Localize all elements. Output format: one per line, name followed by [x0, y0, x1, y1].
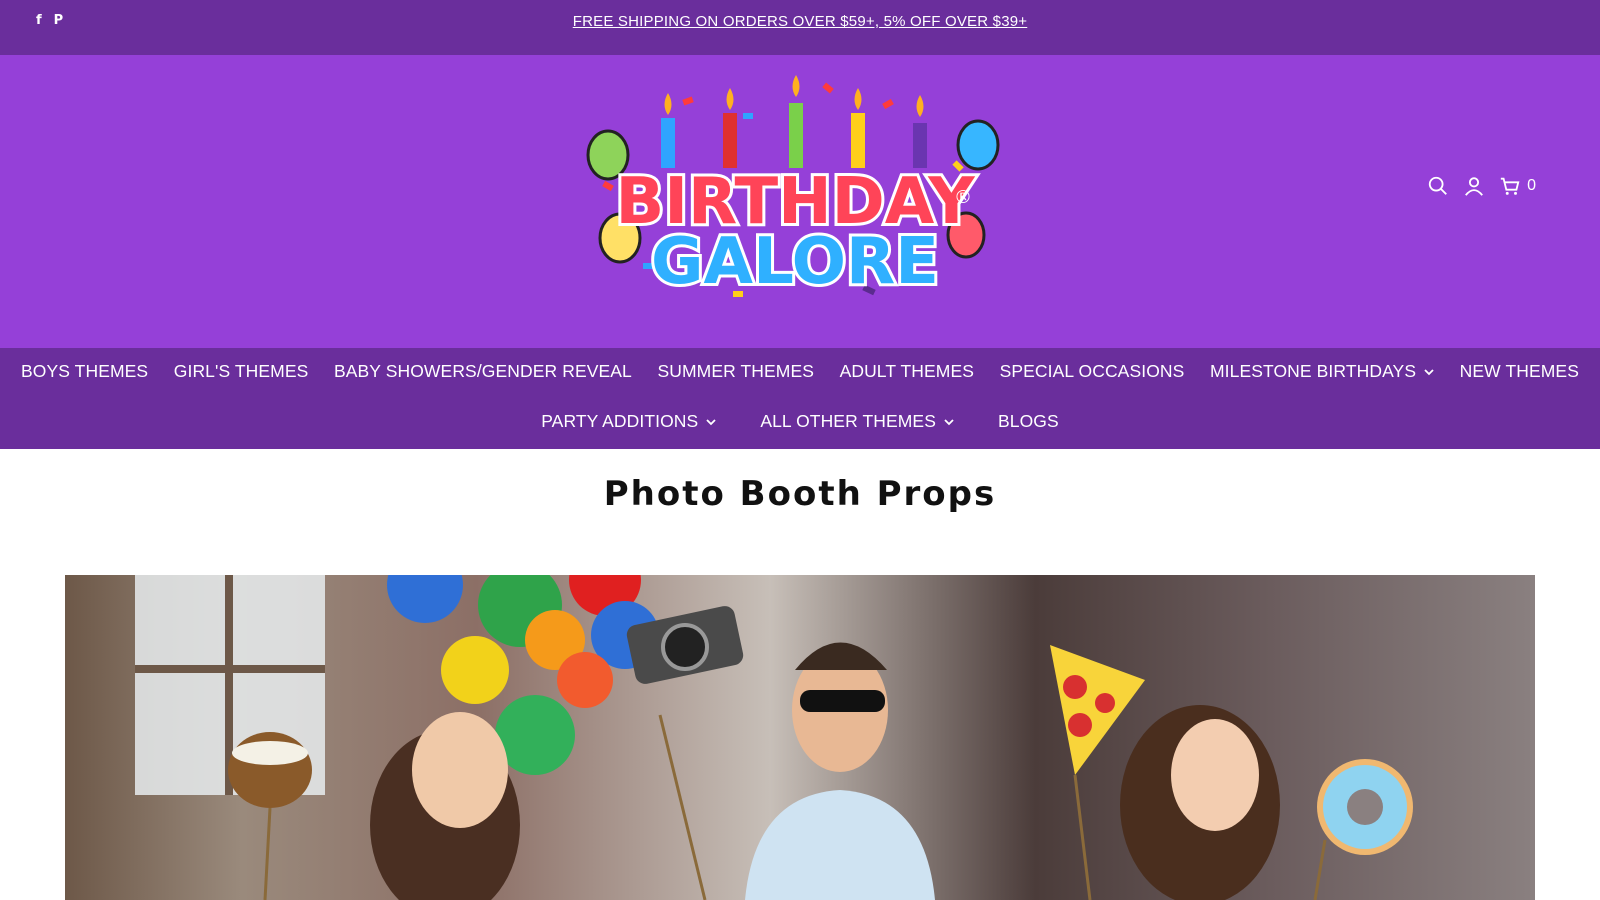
nav-item-new-themes[interactable]: NEW THEMES	[1460, 361, 1579, 382]
header-actions: 0	[1427, 175, 1536, 197]
nav-item-boys-themes[interactable]: BOYS THEMES	[21, 361, 148, 382]
hero-illustration	[135, 575, 1413, 900]
nav-item-all-other-themes[interactable]: ALL OTHER THEMES	[760, 411, 954, 432]
chevron-down-icon	[706, 418, 716, 425]
search-icon[interactable]	[1427, 175, 1449, 197]
nav-item-party-additions[interactable]: PARTY ADDITIONS	[541, 411, 716, 432]
site-header: BIRTHDAY GALORE ® 0	[0, 55, 1600, 348]
nav-item-girls-themes[interactable]: GIRL'S THEMES	[174, 361, 309, 382]
chevron-down-icon	[1424, 368, 1434, 375]
chevron-down-icon	[944, 418, 954, 425]
nav-item-milestone-birthdays[interactable]: MILESTONE BIRTHDAYS	[1210, 361, 1434, 382]
page-title: Photo Booth Props	[603, 474, 997, 514]
main-navigation: BOYS THEMES GIRL'S THEMES BABY SHOWERS/G…	[0, 348, 1600, 449]
cart-count[interactable]: 0	[1527, 177, 1536, 195]
nav-row-primary: BOYS THEMES GIRL'S THEMES BABY SHOWERS/G…	[0, 361, 1600, 382]
birthday-galore-logo[interactable]: BIRTHDAY GALORE ®	[583, 63, 1017, 313]
nav-item-blogs[interactable]: BLOGS	[998, 411, 1059, 432]
nav-item-summer-themes[interactable]: SUMMER THEMES	[657, 361, 814, 382]
nav-item-adult-themes[interactable]: ADULT THEMES	[840, 361, 974, 382]
cart-icon[interactable]	[1499, 175, 1521, 197]
shipping-promo-link[interactable]: FREE SHIPPING ON ORDERS OVER $59+, 5% OF…	[0, 13, 1600, 30]
announcement-bar: f P FREE SHIPPING ON ORDERS OVER $59+, 5…	[0, 0, 1600, 55]
svg-text:GALORE: GALORE	[651, 225, 939, 299]
nav-item-baby-showers[interactable]: BABY SHOWERS/GENDER REVEAL	[334, 361, 632, 382]
account-icon[interactable]	[1463, 175, 1485, 197]
nav-item-special-occasions[interactable]: SPECIAL OCCASIONS	[1000, 361, 1185, 382]
svg-text:®: ®	[954, 187, 972, 208]
nav-row-secondary: PARTY ADDITIONS ALL OTHER THEMES BLOGS	[0, 411, 1600, 432]
collection-hero-image	[65, 575, 1535, 900]
